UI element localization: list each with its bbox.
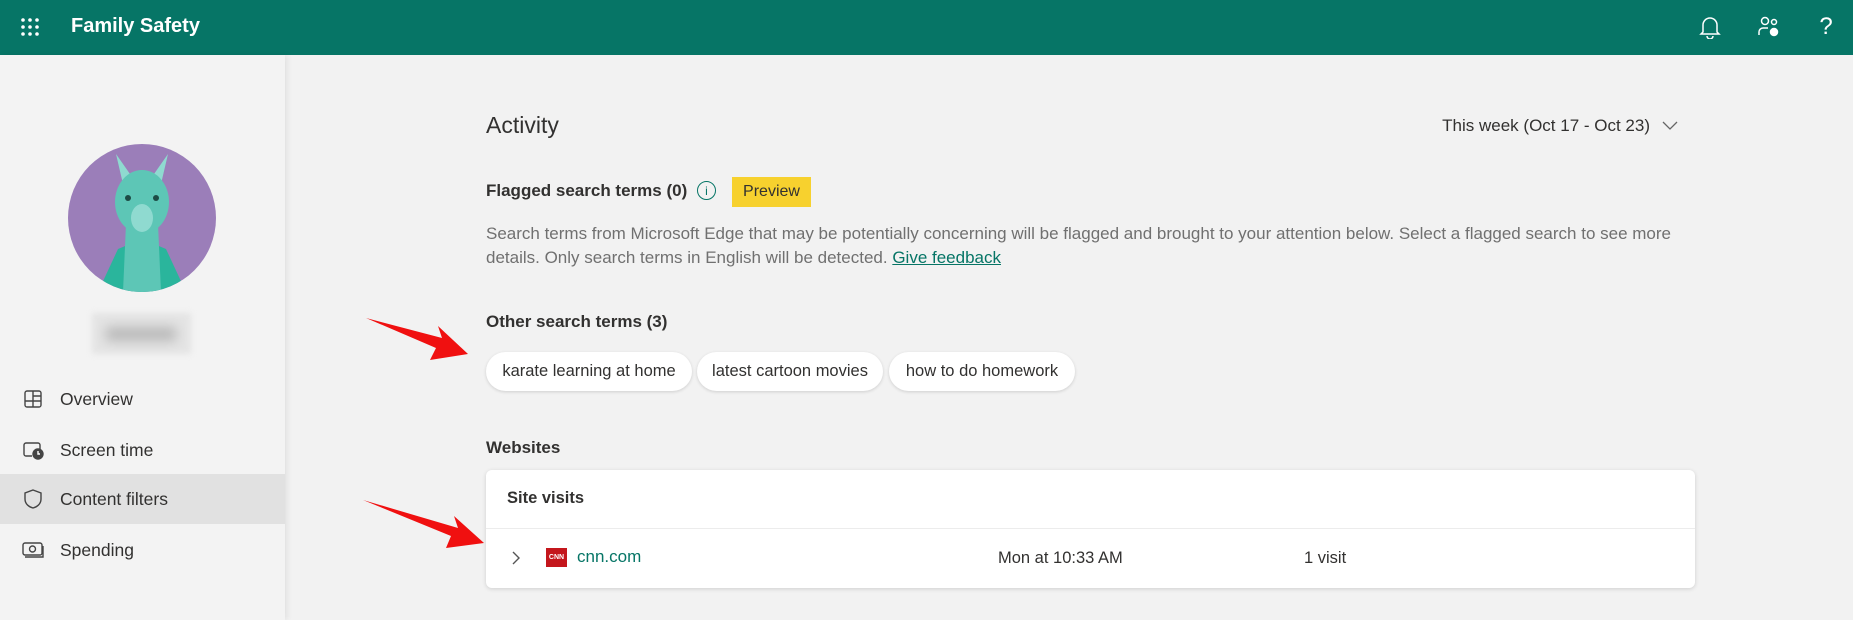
page-title: Activity [486, 112, 559, 138]
chevron-down-icon [1662, 121, 1678, 130]
red-arrow-annotation [363, 500, 484, 548]
overview-icon [22, 388, 44, 410]
sidebar-item-label: Spending [60, 539, 134, 560]
visit-time: Mon at 10:33 AM [998, 549, 1123, 567]
child-name-blurred [92, 313, 191, 354]
family-settings-icon[interactable] [1755, 13, 1783, 41]
sidebar-item-screen-time[interactable]: Screen time [0, 425, 285, 475]
date-range-label: This week (Oct 17 - Oct 23) [1442, 116, 1650, 135]
shield-icon [22, 488, 44, 510]
sidebar-item-content-filters[interactable]: Content filters [0, 474, 285, 524]
site-visits-title: Site visits [507, 489, 585, 507]
search-term-chip[interactable]: latest cartoon movies [697, 352, 883, 391]
chevron-right-icon[interactable] [512, 551, 521, 565]
app-launcher-icon[interactable] [16, 13, 44, 41]
bell-icon[interactable] [1696, 13, 1724, 41]
preview-badge: Preview [732, 177, 811, 207]
sidebar-item-overview[interactable]: Overview [0, 374, 285, 424]
visit-count: 1 visit [1304, 549, 1347, 567]
sidebar-item-label: Overview [60, 388, 133, 409]
websites-title: Websites [486, 438, 561, 457]
info-icon[interactable]: i [697, 181, 716, 200]
help-icon[interactable]: ? [1812, 13, 1840, 41]
other-search-title: Other search terms (3) [486, 312, 668, 331]
money-icon [22, 539, 44, 561]
screen-time-icon [22, 439, 44, 461]
avatar [68, 144, 216, 292]
flagged-title: Flagged search terms (0) [486, 181, 688, 200]
give-feedback-link[interactable]: Give feedback [892, 248, 1001, 267]
cnn-logo-icon: CNN [546, 548, 567, 567]
date-range-dropdown[interactable]: This week (Oct 17 - Oct 23) [1442, 116, 1678, 136]
description-text: Search terms from Microsoft Edge that ma… [486, 224, 1671, 267]
search-term-chip[interactable]: karate learning at home [486, 352, 692, 391]
site-visits-card: Site visits CNN cnn.com Mon at 10:33 AM … [486, 470, 1695, 588]
sidebar-item-label: Content filters [60, 488, 168, 509]
site-link[interactable]: cnn.com [577, 547, 641, 567]
red-arrow-annotation [366, 318, 468, 360]
search-term-chip[interactable]: how to do homework [889, 352, 1075, 391]
table-row[interactable]: CNN cnn.com Mon at 10:33 AM 1 visit [486, 529, 1695, 588]
sidebar-item-spending[interactable]: Spending [0, 525, 285, 575]
sidebar-item-label: Screen time [60, 439, 154, 460]
app-title: Family Safety [71, 15, 200, 37]
flagged-description: Search terms from Microsoft Edge that ma… [486, 222, 1696, 270]
top-bar: Family Safety ? [0, 0, 1853, 55]
